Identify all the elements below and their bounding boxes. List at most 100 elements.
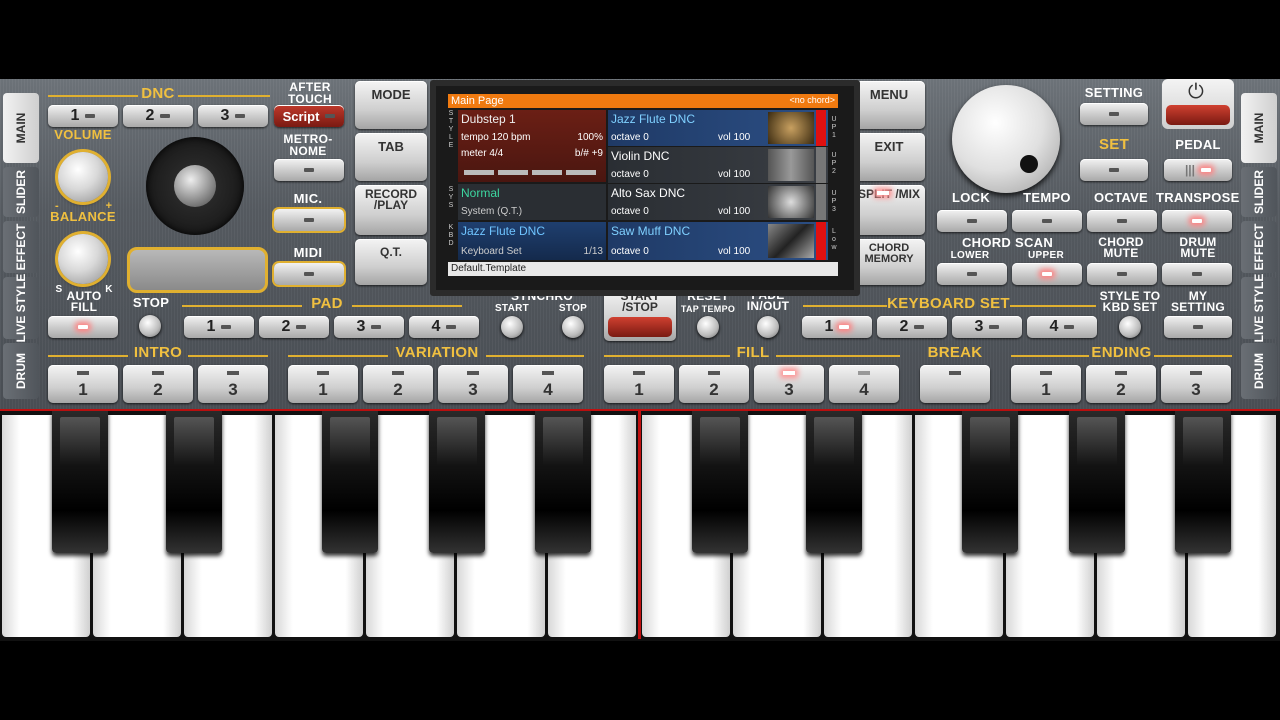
chord-scan-lower-button[interactable]	[937, 263, 1007, 285]
data-dial[interactable]	[952, 85, 1060, 193]
transpose-button[interactable]	[1162, 210, 1232, 232]
fill-button-1[interactable]: 1	[604, 365, 674, 403]
pad-button-4[interactable]: 4	[409, 316, 479, 338]
menu-button[interactable]: MENU	[853, 81, 925, 129]
octave-button[interactable]	[1087, 210, 1157, 232]
black-key[interactable]	[1069, 411, 1125, 553]
keyboard-set-button-2[interactable]: 2	[877, 316, 947, 338]
tempo-label: TEMPO	[1023, 190, 1071, 205]
intro-button-1[interactable]: 1	[48, 365, 118, 403]
start-stop-button[interactable]: START /STOP	[604, 289, 676, 341]
black-key[interactable]	[322, 411, 378, 553]
tab-button[interactable]: TAB	[355, 133, 427, 181]
split-mix-button[interactable]: SPLIT /MIX	[853, 185, 925, 235]
lock-button[interactable]	[937, 210, 1007, 232]
black-key[interactable]	[692, 411, 748, 553]
button-label: 2	[393, 380, 403, 399]
lower-label: LOWER	[950, 250, 990, 261]
kbd-panel[interactable]: Jazz Flute DNC Keyboard Set 1/13	[458, 222, 606, 260]
tab-slider-left[interactable]: SLIDER	[3, 167, 39, 217]
tab-slider-right[interactable]: SLIDER	[1241, 167, 1277, 217]
black-key[interactable]	[52, 411, 108, 553]
exit-button[interactable]: EXIT	[853, 133, 925, 181]
mic-button[interactable]	[274, 209, 344, 231]
style-to-kbd-knob[interactable]	[1119, 316, 1141, 338]
voice-active-indicator	[816, 222, 826, 260]
joystick[interactable]	[146, 137, 244, 235]
pedal-button[interactable]: |||	[1164, 159, 1232, 181]
drum-mute-button[interactable]	[1162, 263, 1232, 285]
style-panel[interactable]: Dubstep 1 tempo 120 bpm 100% meter 4/4 b…	[458, 110, 606, 182]
sys-panel[interactable]: Normal System (Q.T.)	[458, 184, 606, 220]
variation-button-3[interactable]: 3	[438, 365, 508, 403]
volume-knob[interactable]	[58, 152, 108, 202]
tab-drum-left[interactable]: DRUM	[3, 343, 39, 399]
tab-main-left[interactable]: MAIN	[3, 93, 39, 163]
keyboard-set-button-4[interactable]: 4	[1027, 316, 1097, 338]
setting-button[interactable]	[1080, 103, 1148, 125]
midi-button[interactable]	[274, 263, 344, 285]
mode-button[interactable]: MODE	[355, 81, 427, 129]
black-key[interactable]	[962, 411, 1018, 553]
joystick-handle[interactable]	[174, 165, 216, 207]
pad-button-1[interactable]: 1	[184, 316, 254, 338]
tab-live-style-left[interactable]: LIVE STYLE	[3, 274, 39, 342]
black-key[interactable]	[535, 411, 591, 553]
set-button[interactable]	[1080, 159, 1148, 181]
record-play-button[interactable]: RECORD /PLAY	[355, 185, 427, 235]
dnc-button-3[interactable]: 3	[198, 105, 268, 127]
chord-mute-label: CHORD MUTE	[1098, 235, 1144, 260]
reset-knob[interactable]	[697, 316, 719, 338]
variation-button-2[interactable]: 2	[363, 365, 433, 403]
template-bar[interactable]: Default.Template	[448, 262, 838, 276]
fill-button-4[interactable]: 4	[829, 365, 899, 403]
qt-button[interactable]: Q.T.	[355, 239, 427, 285]
auto-fill-button[interactable]	[48, 316, 118, 338]
ending-button-2[interactable]: 2	[1086, 365, 1156, 403]
voice-row-up3[interactable]: Alto Sax DNC octave 0 vol 100	[608, 184, 828, 220]
script-button[interactable]: Script	[274, 105, 344, 127]
ending-button-3[interactable]: 3	[1161, 365, 1231, 403]
ending-button-1[interactable]: 1	[1011, 365, 1081, 403]
metronome-button[interactable]	[274, 159, 344, 181]
chord-scan-upper-button[interactable]	[1012, 263, 1082, 285]
intro-button-3[interactable]: 3	[198, 365, 268, 403]
my-setting-button[interactable]	[1164, 316, 1232, 338]
dnc-button-2[interactable]: 2	[123, 105, 193, 127]
tab-effect-right[interactable]: EFFECT	[1241, 221, 1277, 273]
keyboard-set-button-1[interactable]: 1	[802, 316, 872, 338]
tab-effect-left[interactable]: EFFECT	[3, 221, 39, 273]
chord-memory-button[interactable]: CHORD MEMORY	[853, 239, 925, 285]
tab-drum-right[interactable]: DRUM	[1241, 343, 1277, 399]
synchro-start-knob[interactable]	[501, 316, 523, 338]
tab-live-style-right[interactable]: LIVE STYLE	[1241, 274, 1277, 342]
black-key[interactable]	[806, 411, 862, 553]
black-key[interactable]	[166, 411, 222, 553]
fade-knob[interactable]	[757, 316, 779, 338]
voice-row-up2[interactable]: Violin DNC octave 0 vol 100	[608, 147, 828, 183]
black-key[interactable]	[429, 411, 485, 553]
break-button[interactable]	[920, 365, 990, 403]
balance-knob[interactable]	[58, 234, 108, 284]
black-key[interactable]	[1175, 411, 1231, 553]
button-label: MODE	[371, 87, 411, 102]
pad-button-3[interactable]: 3	[334, 316, 404, 338]
pad-button-2[interactable]: 2	[259, 316, 329, 338]
voice-row-up1[interactable]: Jazz Flute DNC octave 0 vol 100	[608, 110, 828, 146]
voice-octave: octave 0	[611, 169, 649, 180]
fill-button-3[interactable]: 3	[754, 365, 824, 403]
intro-button-2[interactable]: 2	[123, 365, 193, 403]
fill-button-2[interactable]: 2	[679, 365, 749, 403]
pad-stop-knob[interactable]	[139, 315, 161, 337]
chord-mute-button[interactable]	[1087, 263, 1157, 285]
keyboard-set-button-3[interactable]: 3	[952, 316, 1022, 338]
variation-button-1[interactable]: 1	[288, 365, 358, 403]
pitch-ribbon[interactable]	[127, 247, 268, 293]
variation-button-4[interactable]: 4	[513, 365, 583, 403]
tab-main-right[interactable]: MAIN	[1241, 93, 1277, 163]
dnc-button-1[interactable]: 1	[48, 105, 118, 127]
power-button[interactable]	[1166, 105, 1230, 125]
synchro-stop-knob[interactable]	[562, 316, 584, 338]
tempo-button[interactable]	[1012, 210, 1082, 232]
voice-row-low[interactable]: Saw Muff DNC octave 0 vol 100	[608, 222, 828, 260]
